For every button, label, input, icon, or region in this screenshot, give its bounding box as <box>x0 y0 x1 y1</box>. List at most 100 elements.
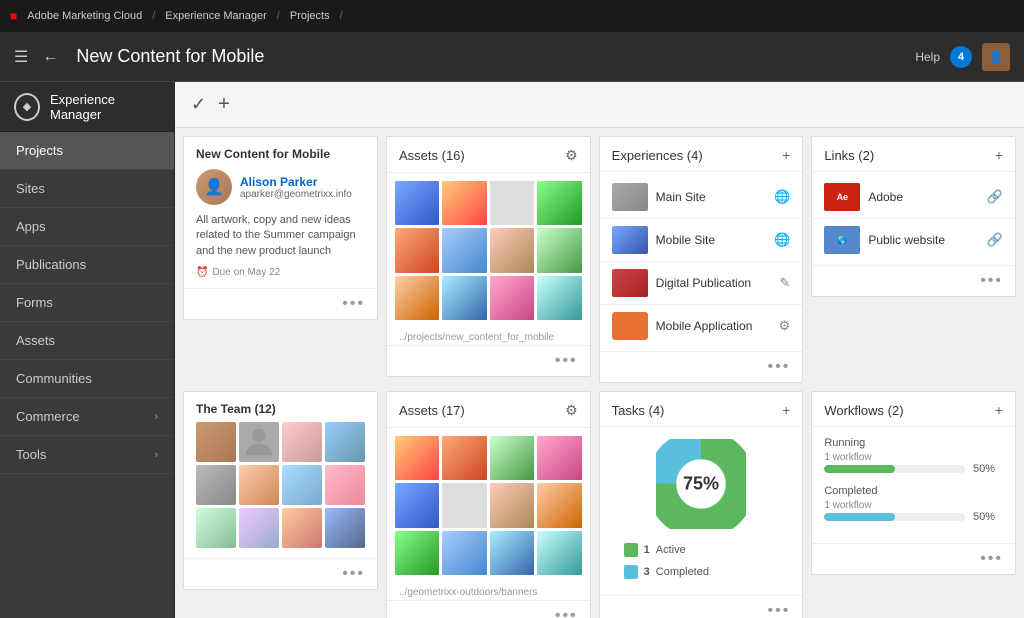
due-date: ⏰ Due on May 22 <box>196 267 365 278</box>
more-options-button[interactable]: ••• <box>555 607 578 618</box>
header-right-controls: Help 4 👤 <box>915 43 1010 71</box>
sidebar-item-projects[interactable]: Projects <box>0 132 174 170</box>
asset-thumb[interactable] <box>490 531 534 575</box>
asset-thumb[interactable] <box>442 228 486 272</box>
back-icon[interactable]: ← <box>42 48 58 66</box>
sidebar-item-tools-label: Tools <box>16 447 46 462</box>
person-name[interactable]: Alison Parker <box>240 175 352 189</box>
add-task-button[interactable]: + <box>782 402 790 418</box>
globe-icon[interactable]: 🌐 <box>774 232 790 248</box>
user-avatar[interactable]: 👤 <box>982 43 1010 71</box>
workflow-running-pct: 50% <box>973 463 1003 475</box>
asset-thumb[interactable] <box>395 228 439 272</box>
breadcrumb-projects[interactable]: Projects <box>290 10 330 22</box>
content-area: ✓ + New Content for Mobile 👤 Alison Pa <box>175 82 1024 618</box>
asset-thumb[interactable] <box>395 436 439 480</box>
sidebar-item-commerce[interactable]: Commerce › <box>0 398 174 436</box>
tasks-body: 75% 1 Active 3 C <box>600 427 803 595</box>
more-options-button[interactable]: ••• <box>342 295 365 313</box>
asset-thumb[interactable] <box>537 436 581 480</box>
asset-thumb[interactable] <box>490 276 534 320</box>
assets2-card-footer: ••• <box>387 600 590 618</box>
sidebar-item-forms[interactable]: Forms <box>0 284 174 322</box>
sidebar-item-publications[interactable]: Publications <box>0 246 174 284</box>
experiences-card-footer: ••• <box>600 351 803 382</box>
workflow-completed-bar-fill <box>824 513 894 521</box>
asset-path: ../geometrixx-outdoors/banners <box>387 583 590 600</box>
asset-thumb[interactable] <box>537 181 581 225</box>
clock-icon: ⏰ <box>196 267 208 278</box>
asset-thumb[interactable] <box>442 181 486 225</box>
menu-icon[interactable]: ☰ <box>14 47 28 67</box>
experiences-card-title: Experiences (4) <box>612 148 703 163</box>
asset-thumb[interactable] <box>490 228 534 272</box>
asset-thumb[interactable] <box>395 181 439 225</box>
more-options-button[interactable]: ••• <box>342 565 365 583</box>
project-person-details: Alison Parker aparker@geometrixx.info <box>240 175 352 200</box>
asset-thumb[interactable] <box>537 228 581 272</box>
assets1-card-actions: ⚙ <box>565 147 578 164</box>
assets2-thumbs <box>387 428 590 583</box>
pencil-icon[interactable]: ✎ <box>779 275 790 291</box>
tasks-card-actions: + <box>782 402 790 418</box>
more-options-button[interactable]: ••• <box>768 602 791 618</box>
gear-icon[interactable]: ⚙ <box>565 147 578 164</box>
sidebar-item-tools[interactable]: Tools › <box>0 436 174 474</box>
asset-thumb[interactable] <box>442 483 486 527</box>
tasks-card: Tasks (4) + <box>599 391 804 618</box>
check-icon[interactable]: ✓ <box>191 94 206 115</box>
cog-icon[interactable]: ⚙ <box>779 318 791 334</box>
add-button[interactable]: + <box>218 93 230 116</box>
asset-thumb[interactable] <box>442 531 486 575</box>
assets1-card-title: Assets (16) <box>399 148 465 163</box>
sidebar-nav: Projects Sites Apps Publications Forms A… <box>0 132 174 618</box>
tasks-card-title: Tasks (4) <box>612 403 665 418</box>
workflow-item-completed: Completed 1 workflow 50% <box>824 485 1003 523</box>
project-card: New Content for Mobile 👤 Alison Parker a… <box>183 136 378 320</box>
more-options-button[interactable]: ••• <box>768 358 791 376</box>
add-link-button[interactable]: + <box>995 147 1003 163</box>
exp-item-mobile-app: Mobile Application ⚙ <box>600 305 803 347</box>
task-legend: 1 Active 3 Completed <box>612 539 791 583</box>
sidebar-item-apps[interactable]: Apps <box>0 208 174 246</box>
sidebar-item-communities[interactable]: Communities <box>0 360 174 398</box>
help-button[interactable]: Help <box>915 50 940 64</box>
sidebar: ◆ Experience Manager Projects Sites Apps… <box>0 82 175 618</box>
breadcrumb-adobe[interactable]: Adobe Marketing Cloud <box>27 10 142 22</box>
sidebar-item-assets[interactable]: Assets <box>0 322 174 360</box>
more-options-button[interactable]: ••• <box>980 272 1003 290</box>
link-icon[interactable]: 🔗 <box>987 232 1003 248</box>
asset-thumb[interactable] <box>442 276 486 320</box>
legend-label-active: Active <box>656 544 686 556</box>
asset-thumb[interactable] <box>395 276 439 320</box>
gear-icon[interactable]: ⚙ <box>565 402 578 419</box>
asset-thumb[interactable] <box>490 181 534 225</box>
breadcrumb-em[interactable]: Experience Manager <box>165 10 267 22</box>
link-icon[interactable]: 🔗 <box>987 189 1003 205</box>
asset-thumb[interactable] <box>490 483 534 527</box>
action-bar: ✓ + <box>175 82 1024 128</box>
links-card-footer: ••• <box>812 265 1015 296</box>
links-card-header: Links (2) + <box>812 137 1015 172</box>
legend-item-completed: 3 Completed <box>624 561 779 583</box>
asset-thumb[interactable] <box>537 276 581 320</box>
more-options-button[interactable]: ••• <box>980 550 1003 568</box>
asset-thumb[interactable] <box>442 436 486 480</box>
sidebar-item-apps-label: Apps <box>16 219 46 234</box>
asset-thumb[interactable] <box>537 531 581 575</box>
add-workflow-button[interactable]: + <box>995 402 1003 418</box>
asset-thumb[interactable] <box>395 483 439 527</box>
team-photo <box>196 422 236 462</box>
asset-thumb[interactable] <box>537 483 581 527</box>
globe-icon[interactable]: 🌐 <box>774 189 790 205</box>
asset-thumb[interactable] <box>395 531 439 575</box>
experiences-card: Experiences (4) + Main Site 🌐 <box>599 136 804 383</box>
notification-badge[interactable]: 4 <box>950 46 972 68</box>
team-photo <box>196 465 236 505</box>
asset-thumb[interactable] <box>490 436 534 480</box>
workflow-running-bar-fill <box>824 465 894 473</box>
sidebar-item-sites[interactable]: Sites <box>0 170 174 208</box>
workflow-running-bar-bg <box>824 465 965 473</box>
more-options-button[interactable]: ••• <box>555 352 578 370</box>
add-experience-button[interactable]: + <box>782 147 790 163</box>
